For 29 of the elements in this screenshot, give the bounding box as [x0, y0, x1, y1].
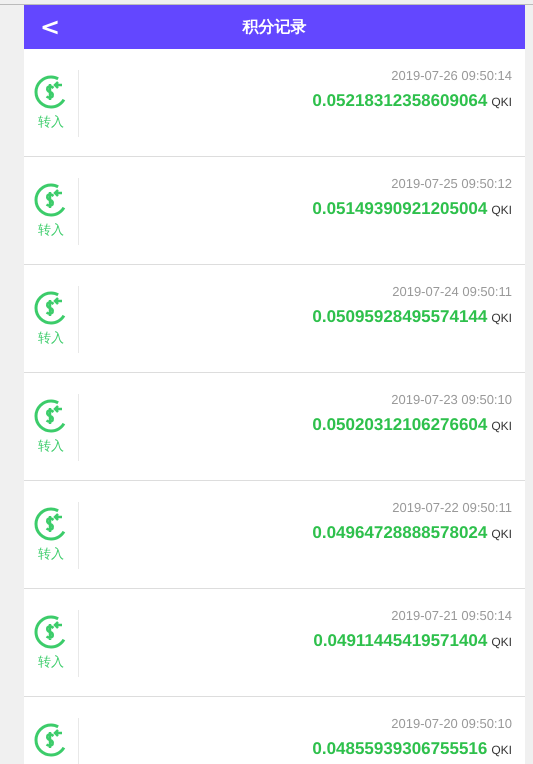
record-time: 2019-07-20 09:50:10 [390, 716, 512, 731]
back-button[interactable]: < [36, 13, 64, 41]
type-label: 转入 [38, 113, 64, 131]
record-amount: 0.05218312358609064 [312, 91, 488, 110]
record-amount: 0.05020312106276604 [312, 415, 488, 434]
page-title: 积分记录 [241, 18, 308, 38]
record-amount: 0.04855939306755516 [312, 739, 488, 758]
record-time: 2019-07-25 09:50:12 [390, 176, 512, 191]
record-amount: 0.05149390921205004 [312, 199, 488, 218]
type-label: 转入 [38, 329, 64, 347]
record-amount: 0.04964728888578024 [312, 523, 488, 542]
unit-label: QKI [491, 311, 512, 325]
record-time: 2019-07-22 09:50:11 [391, 500, 512, 515]
unit-label: QKI [491, 527, 512, 541]
unit-label: QKI [491, 743, 512, 757]
unit-label: QKI [491, 203, 512, 217]
record-time: 2019-07-26 09:50:14 [390, 68, 512, 83]
record-time: 2019-07-24 09:50:11 [391, 284, 512, 299]
unit-label: QKI [491, 95, 512, 109]
type-label: 转入 [38, 437, 64, 455]
record-amount: 0.04911445419571404 [313, 631, 488, 650]
record-amount: 0.05095928495574144 [312, 307, 488, 326]
type-label: 转入 [38, 545, 64, 563]
type-label: 转入 [38, 221, 64, 239]
type-label: 转入 [38, 653, 64, 671]
unit-label: QKI [491, 419, 512, 433]
record-time: 2019-07-23 09:50:10 [390, 392, 512, 407]
unit-label: QKI [491, 635, 512, 649]
record-time: 2019-07-21 09:50:14 [390, 608, 512, 623]
